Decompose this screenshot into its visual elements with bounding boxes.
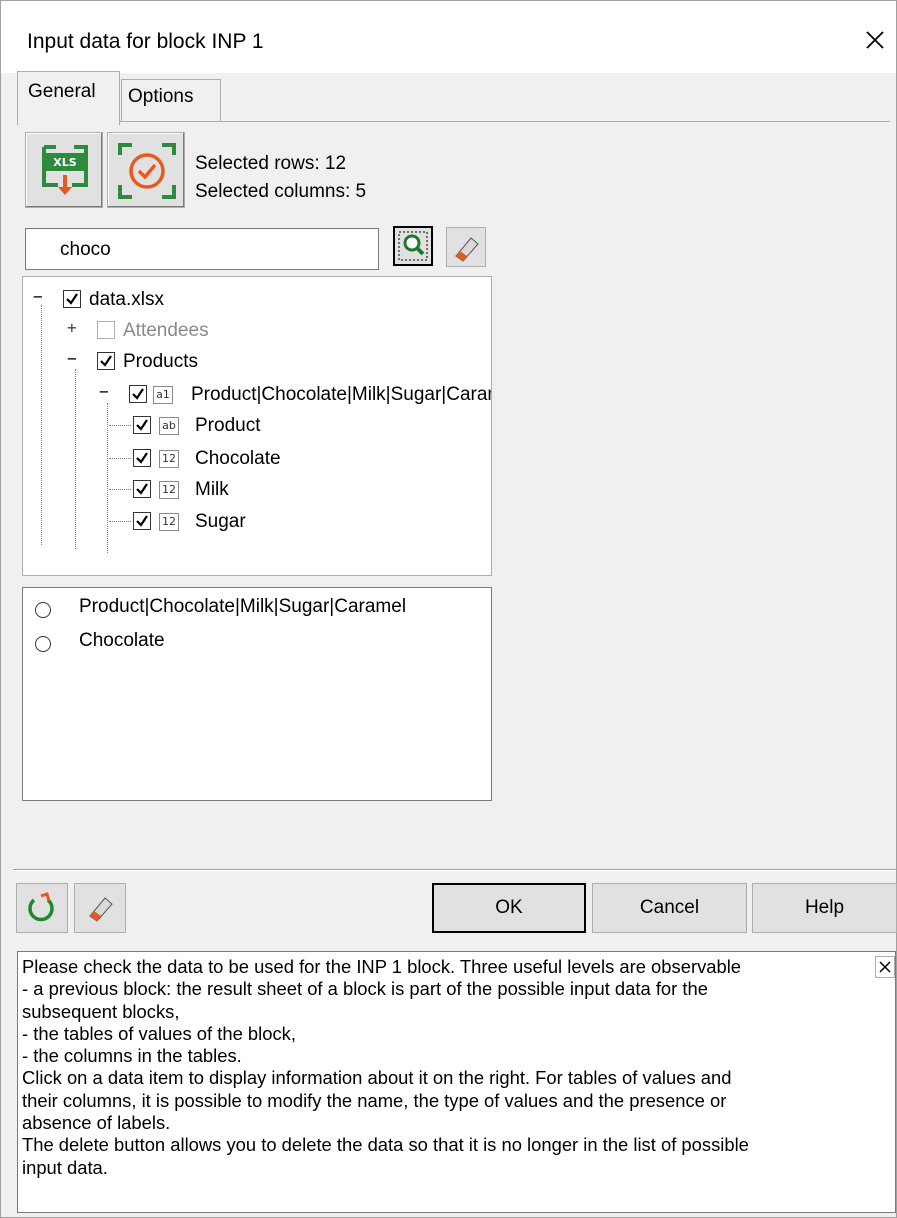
checkbox-checked[interactable] (133, 416, 151, 434)
dialog-window: Input data for block INP 1 General Optio… (0, 0, 897, 1218)
help-line: Click on a data item to display informat… (22, 1067, 732, 1089)
selection-info: Selected rows: 12 Selected columns: 5 (195, 150, 366, 206)
help-close-button[interactable] (875, 956, 895, 978)
tree-connector (109, 521, 131, 522)
tree-connector (109, 458, 131, 459)
target-check-icon (118, 143, 176, 199)
selected-columns-text: Selected columns: 5 (195, 181, 367, 202)
checkbox-checked[interactable] (63, 290, 81, 308)
help-line: The delete button allows you to delete t… (22, 1134, 749, 1156)
tree-connector (107, 403, 108, 553)
close-icon[interactable] (858, 23, 892, 57)
help-line: subsequent blocks, (22, 1000, 180, 1022)
tree-node-label: Sugar (195, 511, 246, 532)
refresh-button[interactable] (16, 883, 68, 933)
tree-connector (109, 425, 131, 426)
help-line: absence of labels. (22, 1112, 171, 1134)
ok-button[interactable]: OK (432, 883, 586, 933)
tab-options[interactable]: Options (121, 79, 221, 122)
radio-button[interactable] (35, 636, 51, 652)
text-type-icon: ab (159, 417, 179, 435)
data-tree[interactable]: − data.xlsx + Attendees − Products − a1 … (22, 276, 492, 576)
checkbox-checked[interactable] (129, 385, 147, 403)
cancel-button[interactable]: Cancel (592, 883, 747, 933)
xls-icon-text: XLS (53, 156, 76, 169)
radio-button[interactable] (35, 602, 51, 618)
delete-data-button[interactable] (74, 883, 126, 933)
search-button[interactable] (393, 226, 433, 266)
eraser-icon (455, 237, 479, 262)
dialog-title: Input data for block INP 1 (27, 30, 264, 53)
search-input[interactable]: choco (25, 228, 379, 270)
tree-node-label: Attendees (123, 320, 209, 341)
help-panel: Please check the data to be used for the… (17, 951, 896, 1213)
tree-node-label: Products (123, 351, 198, 372)
checkbox-checked[interactable] (133, 480, 151, 498)
numeric-type-icon: 12 (159, 513, 179, 531)
help-text: Please check the data to be used for the… (22, 956, 882, 1179)
refresh-icon (28, 892, 54, 922)
tree-node-label: data.xlsx (89, 289, 164, 310)
title-bar: Input data for block INP 1 (1, 1, 896, 73)
eraser-icon (89, 897, 113, 922)
expand-icon[interactable]: + (67, 318, 77, 337)
numeric-type-icon: 12 (159, 450, 179, 468)
search-results-list: Product|Chocolate|Milk|Sugar|Caramel Cho… (22, 587, 492, 801)
help-button[interactable]: Help (752, 883, 897, 933)
help-line: input data. (22, 1156, 108, 1178)
tree-connector (109, 489, 131, 490)
clear-search-button[interactable] (446, 227, 486, 267)
import-excel-button[interactable]: XLS (25, 132, 103, 208)
checkbox-unchecked[interactable] (97, 321, 115, 339)
excel-import-icon: XLS (42, 145, 88, 195)
tree-node-label: Product|Chocolate|Milk|Sugar|Caramel (191, 384, 492, 405)
tree-node-label: Milk (195, 479, 229, 500)
magnifier-icon (398, 231, 428, 261)
numeric-type-icon: 12 (159, 481, 179, 499)
collapse-icon[interactable]: − (67, 349, 77, 368)
checkbox-checked[interactable] (97, 352, 115, 370)
tab-general-label: General (28, 81, 96, 102)
tree-node-label: Chocolate (195, 448, 281, 469)
tree-connector (41, 305, 42, 545)
help-line: their columns, it is possible to modify … (22, 1089, 727, 1111)
result-label: Chocolate (79, 630, 165, 651)
help-line: Please check the data to be used for the… (22, 956, 742, 977)
separator (13, 869, 896, 871)
tree-connector (75, 369, 76, 549)
collapse-icon[interactable]: − (33, 287, 43, 306)
check-selection-button[interactable] (107, 132, 185, 208)
result-label: Product|Chocolate|Milk|Sugar|Caramel (79, 596, 407, 617)
close-icon (879, 961, 891, 973)
tab-general[interactable]: General (17, 71, 120, 125)
tree-node-label: Product (195, 415, 261, 436)
help-line: - the tables of values of the block, (22, 1022, 296, 1044)
tab-options-label: Options (128, 86, 194, 107)
checkbox-checked[interactable] (133, 512, 151, 530)
selected-rows-text: Selected rows: 12 (195, 153, 347, 174)
table-type-icon: a1 (153, 386, 173, 404)
collapse-icon[interactable]: − (99, 382, 109, 401)
help-line: - a previous block: the result sheet of … (22, 978, 708, 1000)
help-line: - the columns in the tables. (22, 1045, 242, 1067)
checkbox-checked[interactable] (133, 449, 151, 467)
